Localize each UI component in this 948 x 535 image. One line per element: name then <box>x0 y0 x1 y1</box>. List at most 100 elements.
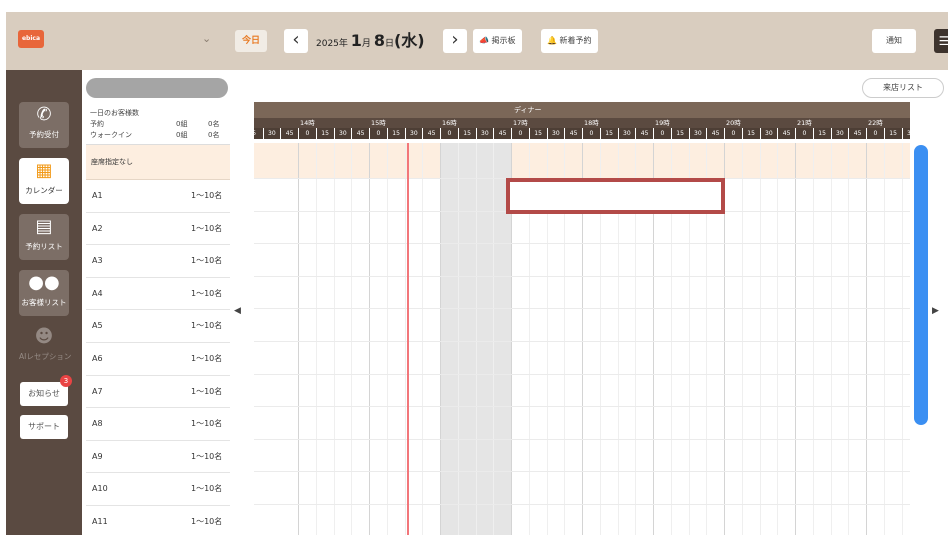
table-row[interactable]: A4 1〜10名 <box>86 278 230 311</box>
minute-label: 0 <box>795 128 813 139</box>
quarter-gridline <box>812 143 814 535</box>
hour-gridline <box>866 143 867 535</box>
minute-label: 0 <box>369 128 387 139</box>
bell-icon: 🔔 <box>547 36 557 45</box>
minute-label: 15 <box>528 128 547 139</box>
minute-label: 30 <box>688 128 707 139</box>
quarter-gridline <box>475 143 477 535</box>
hour-label: 21時 <box>797 119 812 127</box>
sidebar-item-ai-reception[interactable]: ☻ AIレセプション <box>19 324 71 370</box>
hour-gridline <box>369 143 370 535</box>
scroll-right-icon[interactable]: ▶ <box>932 306 939 316</box>
quarter-gridline <box>404 143 406 535</box>
minute-label: 30 <box>333 128 352 139</box>
chevron-down-icon[interactable]: ⌄ <box>202 32 211 45</box>
hour-label: 18時 <box>584 119 599 127</box>
table-rows: A1 1〜10名 A2 1〜10名 A3 1〜10名 A4 1〜10名 A5 1〜10名 A6 1〜1… <box>86 180 230 535</box>
minute-label: 30 <box>262 128 281 139</box>
minute-label: 45 <box>635 128 653 139</box>
visit-list-button[interactable]: 来店リスト <box>862 78 944 98</box>
sidebar-item-customer-list[interactable]: ●● お客様リスト <box>19 270 69 316</box>
minute-label: 0 <box>298 128 316 139</box>
row-gridline <box>254 471 910 473</box>
timeline-hours: 14時 15時 16時 17時 18時 19時 20時 21時 22時 <box>254 118 910 128</box>
ai-reception-icon: ☻ <box>34 326 54 347</box>
table-row[interactable]: A10 1〜10名 <box>86 473 230 506</box>
table-row[interactable]: A3 1〜10名 <box>86 245 230 278</box>
sidebar-item-calendar[interactable]: ▦ カレンダー <box>19 158 69 204</box>
megaphone-icon: 📣 <box>479 36 489 45</box>
scroll-left-icon[interactable]: ◀ <box>234 306 241 316</box>
quarter-gridline <box>830 143 832 535</box>
table-row[interactable]: A8 1〜10名 <box>86 408 230 441</box>
minute-label: 45 <box>493 128 511 139</box>
table-capacity: 1〜10名 <box>191 321 223 331</box>
hamburger-menu-icon[interactable]: ☰ <box>934 29 948 53</box>
table-name: A2 <box>92 223 103 233</box>
minute-label: 15 <box>315 128 334 139</box>
hour-label: 22時 <box>868 119 883 127</box>
support-button[interactable]: サポート <box>20 415 68 439</box>
hour-label: 15時 <box>371 119 386 127</box>
table-row[interactable]: A5 1〜10名 <box>86 310 230 343</box>
table-row[interactable]: A7 1〜10名 <box>86 376 230 409</box>
table-capacity: 1〜10名 <box>191 191 223 200</box>
table-capacity: 1〜10名 <box>191 256 223 266</box>
list-icon: ▤ <box>35 216 53 237</box>
table-capacity: 1〜10名 <box>191 484 223 494</box>
table-row[interactable]: A9 1〜10名 <box>86 441 230 474</box>
row-gridline <box>254 275 910 277</box>
prev-day-button[interactable]: ‹ <box>284 29 308 53</box>
selected-slot-highlight[interactable] <box>506 178 725 214</box>
no-seat-assigned-row[interactable]: 座席指定なし <box>86 145 230 180</box>
vertical-scrollbar[interactable] <box>914 145 928 425</box>
minute-label: 15 <box>670 128 689 139</box>
minute-label: 0 <box>653 128 671 139</box>
minute-label: 45 <box>777 128 795 139</box>
timeline-minutes: 0 15 30 45 0 15 30 45 0 15 30 45 0 15 30 45 0 15 30 45 0 15 30… <box>254 128 910 139</box>
minute-label: 45 <box>564 128 582 139</box>
notices-button[interactable]: お知らせ 3 <box>20 375 72 406</box>
table-row[interactable]: A2 1〜10名 <box>86 213 230 246</box>
quarter-gridline <box>493 143 495 535</box>
table-row[interactable]: A11 1〜10名 <box>86 506 230 535</box>
hour-gridline <box>795 143 796 535</box>
table-capacity: 1〜10名 <box>191 451 223 461</box>
minute-label: 15 <box>457 128 476 139</box>
table-capacity: 1〜10名 <box>191 353 223 363</box>
sidebar-item-reservation-list[interactable]: ▤ 予約リスト <box>19 214 69 260</box>
chevron-left-icon: ‹ <box>292 29 300 50</box>
minute-label: 45 <box>848 128 866 139</box>
table-name: A9 <box>92 451 103 461</box>
chevron-right-icon: › <box>451 29 459 50</box>
new-reservation-button[interactable]: 🔔 新着予約 <box>541 29 598 53</box>
hour-label: 16時 <box>442 119 457 127</box>
board-button[interactable]: 📣 掲示板 <box>473 29 522 53</box>
minute-label: 45 <box>351 128 369 139</box>
sidebar-item-reservation-intake[interactable]: ✆ 予約受付 <box>19 102 69 148</box>
hour-gridline <box>440 143 441 535</box>
row-gridline <box>254 341 910 342</box>
store-selector[interactable] <box>86 78 228 98</box>
current-time-line <box>407 143 409 535</box>
minute-label: 30 <box>617 128 636 139</box>
minute-label: 15 <box>386 128 405 139</box>
calendar-icon: ▦ <box>35 160 53 181</box>
daily-guest-summary: 一日のお客様数 予約 0組 0名 ウォークイン 0組 0名 <box>86 102 230 145</box>
today-button[interactable]: 今日 <box>235 30 267 52</box>
timeline-grid[interactable]: ディナー 14時 15時 16時 17時 18時 19時 20時 21時 22時 0 15 30 45… <box>254 102 910 535</box>
table-row[interactable]: A1 1〜10名 <box>86 180 230 213</box>
quarter-gridline <box>883 143 885 535</box>
table-row[interactable]: A6 1〜10名 <box>86 343 230 376</box>
minute-label: 30 <box>830 128 849 139</box>
timeline-period-bar: ディナー <box>254 102 910 118</box>
top-header: ebica ⌄ 今日 ‹ 2025年 1月 8日(水) › 📣 掲示板 🔔 新着… <box>6 12 948 70</box>
hour-label: 19時 <box>655 119 670 127</box>
table-name: A11 <box>92 516 108 526</box>
notify-button[interactable]: 通知 <box>872 29 916 53</box>
hour-label: 20時 <box>726 119 741 127</box>
table-list: 一日のお客様数 予約 0組 0名 ウォークイン 0組 0名 座席指定なし A1 1… <box>86 102 230 535</box>
current-date: 2025年 1月 8日(水) <box>316 31 425 50</box>
table-name: A6 <box>92 353 103 363</box>
next-day-button[interactable]: › <box>443 29 467 53</box>
